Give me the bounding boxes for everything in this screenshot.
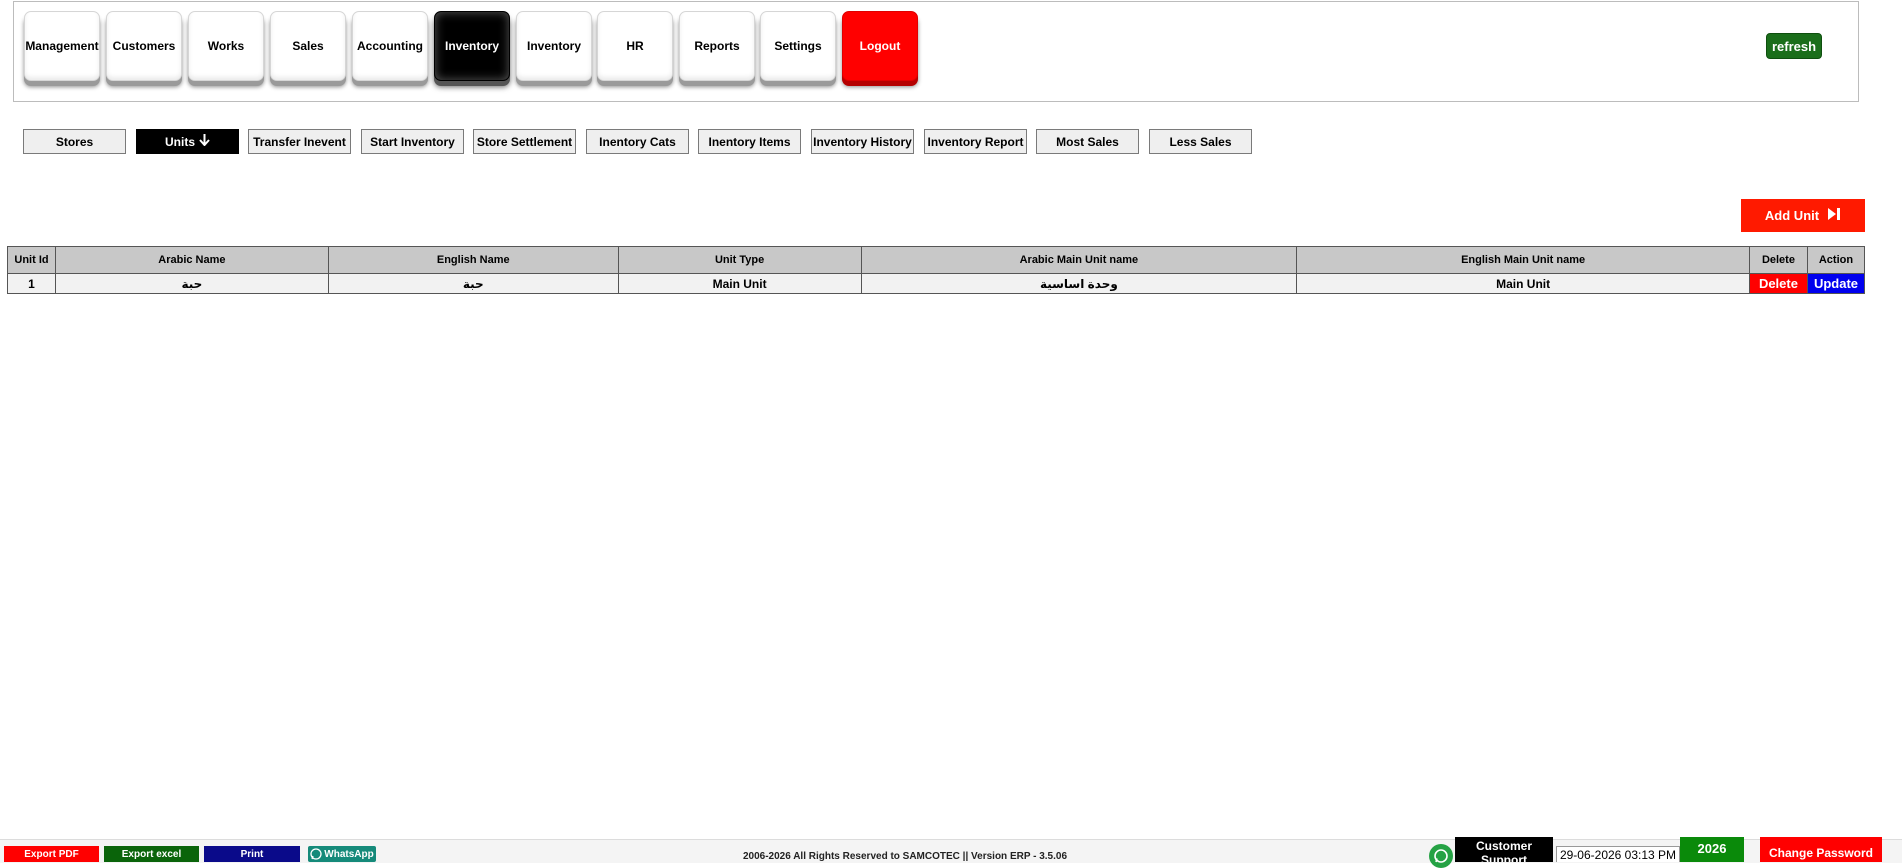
tab-start-inventory[interactable]: Start Inventory bbox=[361, 129, 464, 154]
whatsapp-support-icon[interactable] bbox=[1429, 844, 1453, 868]
tab-inventory-history[interactable]: Inventory History bbox=[811, 129, 914, 154]
year-badge: 2026 bbox=[1680, 837, 1744, 862]
add-unit-label: Add Unit bbox=[1764, 208, 1820, 223]
tab-inventory-cats[interactable]: Inentory Cats bbox=[586, 129, 689, 154]
tab-less-sales[interactable]: Less Sales bbox=[1149, 129, 1252, 154]
export-pdf-button[interactable]: Export PDF bbox=[4, 846, 99, 862]
header-unit-id: Unit Id bbox=[7, 246, 56, 274]
table-header-row: Unit Id Arabic Name English Name Unit Ty… bbox=[7, 246, 1866, 274]
whatsapp-label: WhatsApp bbox=[324, 848, 374, 860]
header-delete: Delete bbox=[1748, 246, 1808, 274]
menu-works-button[interactable]: Works bbox=[188, 11, 264, 81]
whatsapp-button[interactable]: WhatsApp bbox=[308, 846, 376, 862]
menu-inventory-button[interactable]: Inventory bbox=[516, 11, 592, 81]
menu-inventory-button-active[interactable]: Inventory bbox=[434, 11, 510, 81]
cell-english-name: حبة bbox=[327, 273, 619, 294]
change-password-button[interactable]: Change Password bbox=[1760, 837, 1882, 862]
export-excel-button[interactable]: Export excel bbox=[104, 846, 199, 862]
tab-stores[interactable]: Stores bbox=[23, 129, 126, 154]
skip-forward-icon bbox=[1827, 207, 1841, 224]
menu-sales-button[interactable]: Sales bbox=[270, 11, 346, 81]
add-unit-button[interactable]: Add Unit bbox=[1741, 199, 1865, 232]
header-arabic-name: Arabic Name bbox=[54, 246, 329, 274]
header-english-name: English Name bbox=[327, 246, 619, 274]
update-button[interactable]: Update bbox=[1806, 273, 1866, 294]
arrow-down-icon bbox=[199, 134, 210, 149]
header-english-main-unit: English Main Unit name bbox=[1296, 246, 1750, 274]
customer-support-box[interactable]: Customer Support bbox=[1455, 837, 1553, 862]
tab-store-settlement[interactable]: Store Settlement bbox=[473, 129, 576, 154]
copyright-text: 2006-2026 All Rights Reserved to SAMCOTE… bbox=[742, 851, 1068, 862]
logout-button[interactable]: Logout bbox=[842, 11, 918, 81]
cell-arabic-name: حبة bbox=[54, 273, 329, 294]
cell-unit-id: 1 bbox=[7, 273, 56, 294]
whatsapp-icon bbox=[310, 848, 322, 860]
header-action: Action bbox=[1806, 246, 1866, 274]
table-row: 1 حبة حبة Main Unit وحدة اساسية Main Uni… bbox=[7, 273, 1866, 294]
tab-inventory-items[interactable]: Inentory Items bbox=[698, 129, 801, 154]
tab-most-sales[interactable]: Most Sales bbox=[1036, 129, 1139, 154]
cell-unit-type: Main Unit bbox=[617, 273, 862, 294]
datetime-display: 29-06-2026 03:13 PM bbox=[1556, 846, 1680, 862]
cell-english-main-unit: Main Unit bbox=[1296, 273, 1750, 294]
tab-inventory-report[interactable]: Inventory Report bbox=[924, 129, 1027, 154]
tab-units-label: Units bbox=[165, 134, 195, 149]
cell-arabic-main-unit: وحدة اساسية bbox=[860, 273, 1298, 294]
tab-units[interactable]: Units bbox=[136, 129, 239, 154]
menu-reports-button[interactable]: Reports bbox=[679, 11, 755, 81]
header-unit-type: Unit Type bbox=[617, 246, 862, 274]
header-arabic-main-unit: Arabic Main Unit name bbox=[860, 246, 1298, 274]
print-button[interactable]: Print bbox=[204, 846, 300, 862]
menu-management-button[interactable]: Management bbox=[24, 11, 100, 81]
delete-button[interactable]: Delete bbox=[1748, 273, 1808, 294]
menu-hr-button[interactable]: HR bbox=[597, 11, 673, 81]
menu-accounting-button[interactable]: Accounting bbox=[352, 11, 428, 81]
menu-settings-button[interactable]: Settings bbox=[760, 11, 836, 81]
units-table: Unit Id Arabic Name English Name Unit Ty… bbox=[7, 246, 1866, 294]
menu-customers-button[interactable]: Customers bbox=[106, 11, 182, 81]
refresh-button[interactable]: refresh bbox=[1766, 33, 1822, 59]
tab-transfer-inventory[interactable]: Transfer Inevent bbox=[248, 129, 351, 154]
